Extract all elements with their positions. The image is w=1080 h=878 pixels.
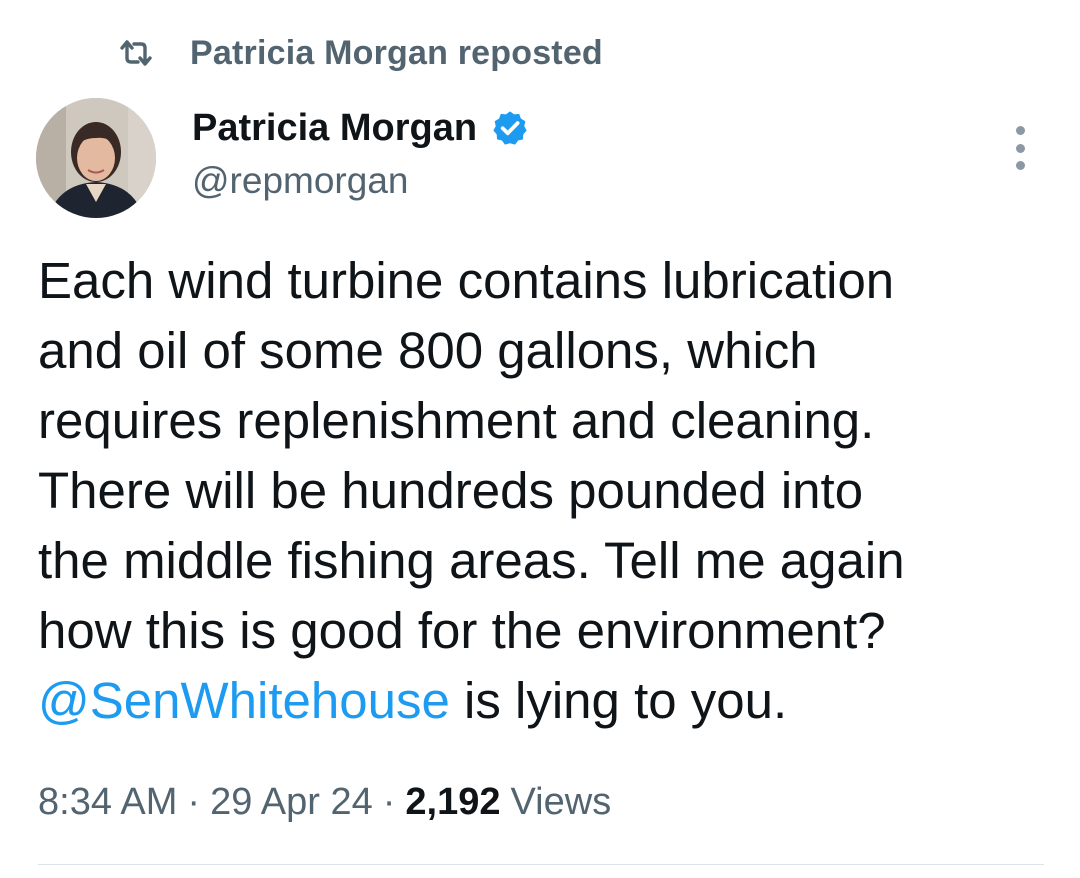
- views-count: 2,192: [405, 780, 501, 823]
- more-dot: [1015, 126, 1025, 135]
- tweet-text-tail: is lying to you.: [449, 672, 788, 729]
- repost-header: Patricia Morgan reposted: [118, 28, 603, 78]
- more-dot: [1015, 161, 1025, 170]
- divider: [38, 864, 1044, 865]
- tweet-text-line: requires replenishment and cleaning.: [38, 392, 875, 449]
- meta-separator: ·: [187, 780, 201, 823]
- tweet-text-line: the middle fishing areas. Tell me again: [38, 532, 905, 589]
- tweet-time[interactable]: 8:34 AM: [38, 781, 177, 824]
- more-dot: [1015, 143, 1025, 153]
- tweet-text-line: how this is good for the environment?: [38, 602, 886, 659]
- tweet-meta: 8:34 AM · 29 Apr 24 · 2,192 Views: [38, 772, 611, 832]
- tweet-text-last-line: @SenWhitehouse is lying to you.: [38, 666, 1048, 736]
- views-label: Views: [510, 780, 612, 823]
- tweet-text-line: and oil of some 800 gallons, which: [38, 322, 818, 379]
- tweet-text-line: There will be hundreds pounded into: [38, 462, 864, 519]
- more-options-icon[interactable]: [1006, 126, 1034, 170]
- repost-icon: [118, 35, 162, 71]
- meta-separator: ·: [382, 780, 396, 823]
- tweet-text: Each wind turbine contains lubrication a…: [38, 246, 1048, 736]
- avatar[interactable]: [36, 98, 156, 218]
- author-handle[interactable]: @repmorgan: [192, 160, 529, 202]
- author-block: Patricia Morgan @repmorgan: [192, 100, 529, 202]
- author-name-row: Patricia Morgan: [192, 100, 529, 156]
- tweet-date[interactable]: 29 Apr 24: [210, 781, 373, 824]
- mention-link[interactable]: @SenWhitehouse: [38, 672, 450, 729]
- repost-label[interactable]: Patricia Morgan reposted: [190, 34, 603, 73]
- verified-badge-icon: [491, 109, 529, 147]
- tweet-text-line: Each wind turbine contains lubrication: [38, 252, 895, 309]
- author-display-name[interactable]: Patricia Morgan: [192, 107, 477, 150]
